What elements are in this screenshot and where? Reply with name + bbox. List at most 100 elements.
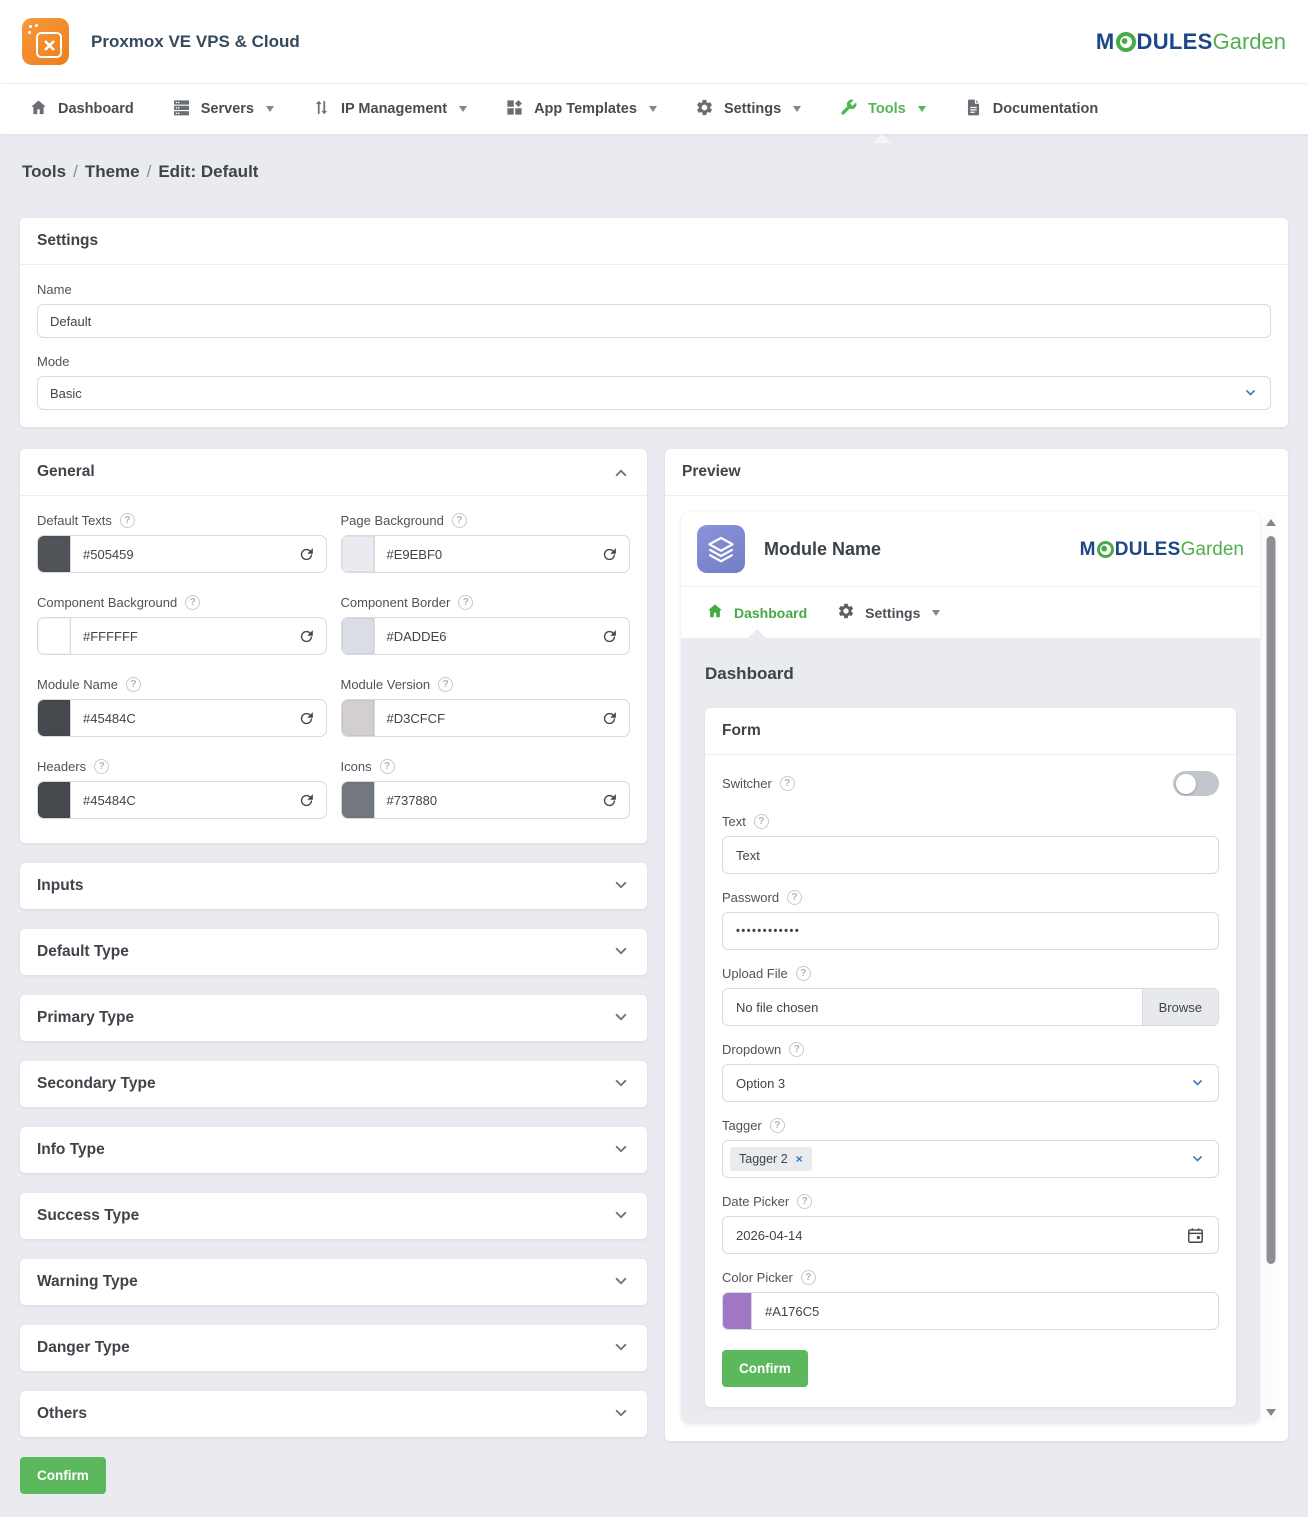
reset-color-button[interactable]	[298, 792, 315, 809]
collapsed-section-header[interactable]: Info Type	[20, 1127, 647, 1173]
color-swatch[interactable]	[342, 536, 375, 572]
scrollbar-thumb[interactable]	[1267, 536, 1276, 1264]
color-field: Component Border #DADDE6	[341, 595, 631, 655]
reset-color-button[interactable]	[601, 628, 618, 645]
reset-color-button[interactable]	[601, 546, 618, 563]
color-picker-input[interactable]: #A176C5	[722, 1292, 1219, 1330]
grid-icon	[505, 98, 524, 121]
help-icon[interactable]	[458, 595, 473, 610]
mode-select[interactable]: Basic	[37, 376, 1271, 410]
chevron-down-icon	[918, 106, 926, 112]
text-input[interactable]: Text	[722, 836, 1219, 874]
confirm-button[interactable]: Confirm	[20, 1457, 106, 1494]
help-icon[interactable]	[438, 677, 453, 692]
collapsed-section-header[interactable]: Secondary Type	[20, 1061, 647, 1107]
tag-remove-icon[interactable]: ×	[796, 1152, 803, 1166]
settings-card-header: Settings	[20, 218, 1288, 265]
color-hex-value[interactable]: #E9EBF0	[375, 547, 602, 562]
help-icon[interactable]	[770, 1118, 785, 1133]
browse-button[interactable]: Browse	[1142, 989, 1218, 1025]
help-icon[interactable]	[754, 814, 769, 829]
color-swatch[interactable]	[342, 700, 375, 736]
help-icon[interactable]	[780, 776, 795, 791]
password-input[interactable]: ••••••••••••	[722, 912, 1219, 950]
file-input[interactable]: No file chosen Browse	[722, 988, 1219, 1026]
help-icon[interactable]	[789, 1042, 804, 1057]
breadcrumb-separator: /	[140, 162, 159, 181]
collapsed-section-header[interactable]: Danger Type	[20, 1325, 647, 1371]
help-icon[interactable]	[787, 890, 802, 905]
collapsed-section-header[interactable]: Primary Type	[20, 995, 647, 1041]
modulesgarden-logo[interactable]: M DULES Garden	[1096, 31, 1286, 53]
preview-app-content: Dashboard Form Switcher	[681, 638, 1260, 1423]
tagger-input[interactable]: Tagger 2 ×	[722, 1140, 1219, 1178]
chevron-down-icon	[612, 1405, 630, 1423]
reset-color-button[interactable]	[298, 710, 315, 727]
color-hex-value[interactable]: #737880	[375, 793, 602, 808]
name-input[interactable]	[37, 304, 1271, 338]
color-swatch[interactable]	[38, 618, 71, 654]
nav-item[interactable]: IP Management	[293, 84, 486, 134]
breadcrumb-current: Edit: Default	[158, 162, 258, 181]
scrollbar-down-arrow[interactable]	[1266, 1409, 1276, 1416]
name-label: Name	[37, 282, 1271, 297]
nav-item[interactable]: Tools	[820, 84, 945, 134]
top-bar: Proxmox VE VPS & Cloud M DULES Garden	[0, 0, 1308, 84]
reset-color-button[interactable]	[298, 546, 315, 563]
color-hex-value[interactable]: #DADDE6	[375, 629, 602, 644]
reset-color-button[interactable]	[298, 628, 315, 645]
help-icon[interactable]	[801, 1270, 816, 1285]
settings-card: Settings Name Mode Basic	[20, 218, 1288, 427]
nav-item[interactable]: Settings	[676, 84, 820, 134]
general-card-body: Default Texts #505459	[20, 496, 647, 843]
preview-page-title: Dashboard	[705, 664, 1236, 684]
reset-color-button[interactable]	[601, 710, 618, 727]
help-icon[interactable]	[120, 513, 135, 528]
help-icon[interactable]	[380, 759, 395, 774]
preview-nav-item[interactable]: Dashboard	[691, 587, 822, 638]
collapsed-section-header[interactable]: Others	[20, 1391, 647, 1437]
color-input: #45484C	[37, 781, 327, 819]
help-icon[interactable]	[185, 595, 200, 610]
date-picker-input[interactable]: 2026-04-14	[722, 1216, 1219, 1254]
color-hex-value[interactable]: #45484C	[71, 793, 298, 808]
help-icon[interactable]	[797, 1194, 812, 1209]
color-swatch[interactable]	[38, 700, 71, 736]
breadcrumb-tools[interactable]: Tools	[22, 162, 66, 181]
scrollbar-up-arrow[interactable]	[1266, 519, 1276, 526]
color-swatch[interactable]	[723, 1293, 752, 1329]
collapsed-section-header[interactable]: Default Type	[20, 929, 647, 975]
color-hex-value[interactable]: #D3CFCF	[375, 711, 602, 726]
preview-nav-item[interactable]: Settings	[822, 587, 955, 638]
toggle-knob	[1176, 774, 1196, 794]
color-field-label: Component Border	[341, 595, 631, 610]
password-label: Password	[722, 890, 1219, 905]
color-swatch[interactable]	[38, 782, 71, 818]
preview-confirm-button[interactable]: Confirm	[722, 1350, 808, 1387]
nav-item[interactable]: Dashboard	[10, 84, 153, 134]
collapsed-section-header[interactable]: Inputs	[20, 863, 647, 909]
help-icon[interactable]	[796, 966, 811, 981]
dropdown-select[interactable]: Option 3	[722, 1064, 1219, 1102]
collapsed-section-header[interactable]: Success Type	[20, 1193, 647, 1239]
help-icon[interactable]	[126, 677, 141, 692]
collapsed-section-header[interactable]: Warning Type	[20, 1259, 647, 1305]
nav-item[interactable]: App Templates	[486, 84, 676, 134]
color-hex-value[interactable]: #505459	[71, 547, 298, 562]
breadcrumb-theme[interactable]: Theme	[85, 162, 140, 181]
nav-item[interactable]: Servers	[153, 84, 293, 134]
color-field-label: Page Background	[341, 513, 631, 528]
help-icon[interactable]	[94, 759, 109, 774]
nav-item[interactable]: Documentation	[945, 84, 1118, 134]
help-icon[interactable]	[452, 513, 467, 528]
preview-scrollbar[interactable]	[1263, 512, 1279, 1423]
color-hex-value[interactable]: #45484C	[71, 711, 298, 726]
color-swatch[interactable]	[342, 618, 375, 654]
color-hex-value[interactable]: #FFFFFF	[71, 629, 298, 644]
color-swatch[interactable]	[342, 782, 375, 818]
general-card-header[interactable]: General	[20, 449, 647, 496]
switcher-toggle[interactable]	[1173, 771, 1219, 796]
reset-color-button[interactable]	[601, 792, 618, 809]
color-swatch[interactable]	[38, 536, 71, 572]
module-logo-icon	[697, 525, 745, 573]
